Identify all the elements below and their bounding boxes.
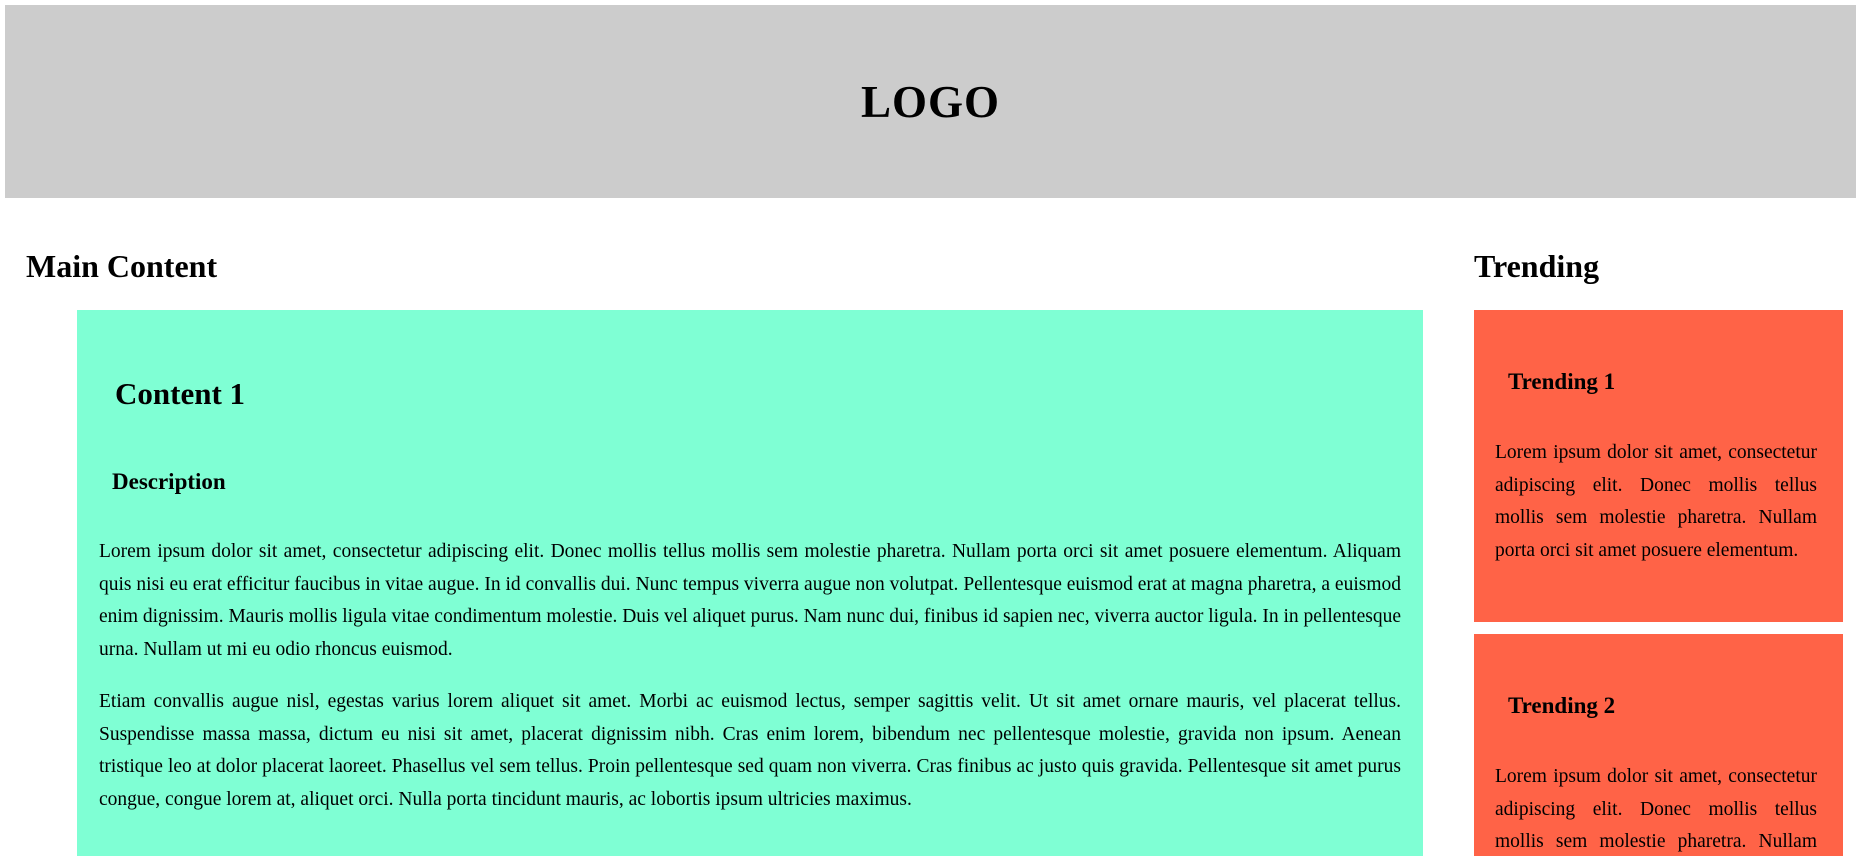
content-paragraph: Lorem ipsum dolor sit amet, consectetur …	[99, 541, 1401, 660]
trending-card-1: Trending 1 Lorem ipsum dolor sit amet, c…	[1474, 310, 1843, 622]
site-header: LOGO	[5, 5, 1856, 198]
content-title: Content 1	[115, 376, 246, 411]
trending-card-text: Lorem ipsum dolor sit amet, consectetur …	[1495, 442, 1817, 561]
content-card: Content 1 Description Lorem ipsum dolor …	[77, 310, 1423, 856]
content-body: Lorem ipsum dolor sit amet, consectetur …	[99, 536, 1401, 836]
trending-card-title: Trending 1	[1508, 369, 1616, 394]
trending-card-title: Trending 2	[1508, 693, 1616, 718]
trending-heading: Trending	[1474, 248, 1600, 284]
content-description-heading: Description	[112, 469, 226, 494]
logo: LOGO	[860, 76, 1001, 127]
trending-card-2: Trending 2 Lorem ipsum dolor sit amet, c…	[1474, 634, 1843, 856]
trending-card-text: Lorem ipsum dolor sit amet, consectetur …	[1495, 766, 1817, 852]
page: LOGO Main Content Trending Content 1 Des…	[0, 0, 1861, 856]
main-content-heading: Main Content	[26, 248, 218, 284]
content-paragraph: Etiam convallis augue nisl, egestas vari…	[99, 691, 1401, 810]
